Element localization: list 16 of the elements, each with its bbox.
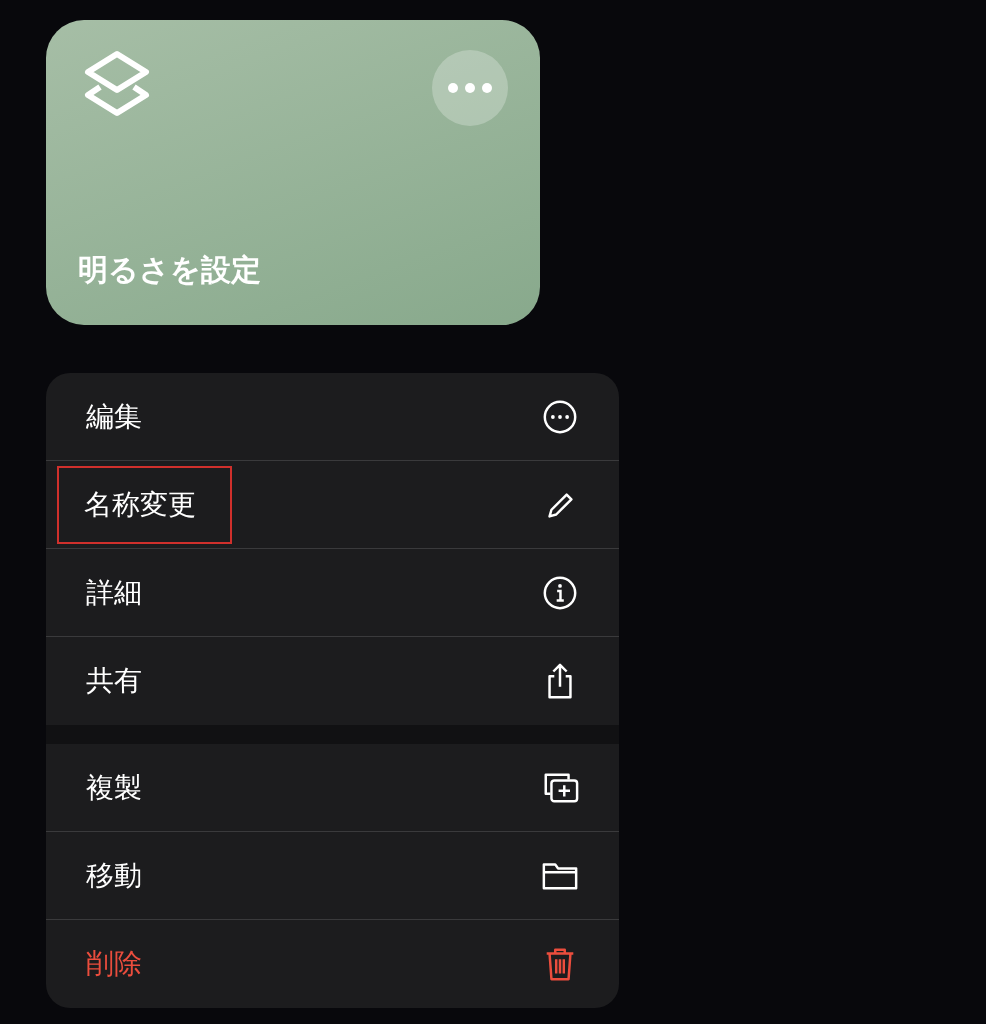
menu-item-label: 移動 [85,857,143,894]
menu-item[interactable]: 共有 [46,637,619,725]
menu-item[interactable]: 削除 [46,920,619,1008]
menu-item-label: 複製 [85,769,143,806]
menu-item-label: 編集 [85,398,143,435]
menu-item-label: 削除 [85,946,143,982]
menu-item[interactable]: 詳細 [46,549,619,637]
menu-item-label: 共有 [85,663,143,699]
menu-item[interactable]: 名称変更 [46,461,619,549]
menu-item[interactable]: 編集 [46,373,619,461]
menu-item[interactable]: 移動 [46,832,619,920]
shortcut-title: 明るさを設定 [78,251,262,289]
menu-item[interactable]: 複製 [46,744,619,832]
more-icon [447,82,493,94]
menu-item-label: 詳細 [85,574,143,611]
menu-item-label: 名称変更 [57,465,232,544]
